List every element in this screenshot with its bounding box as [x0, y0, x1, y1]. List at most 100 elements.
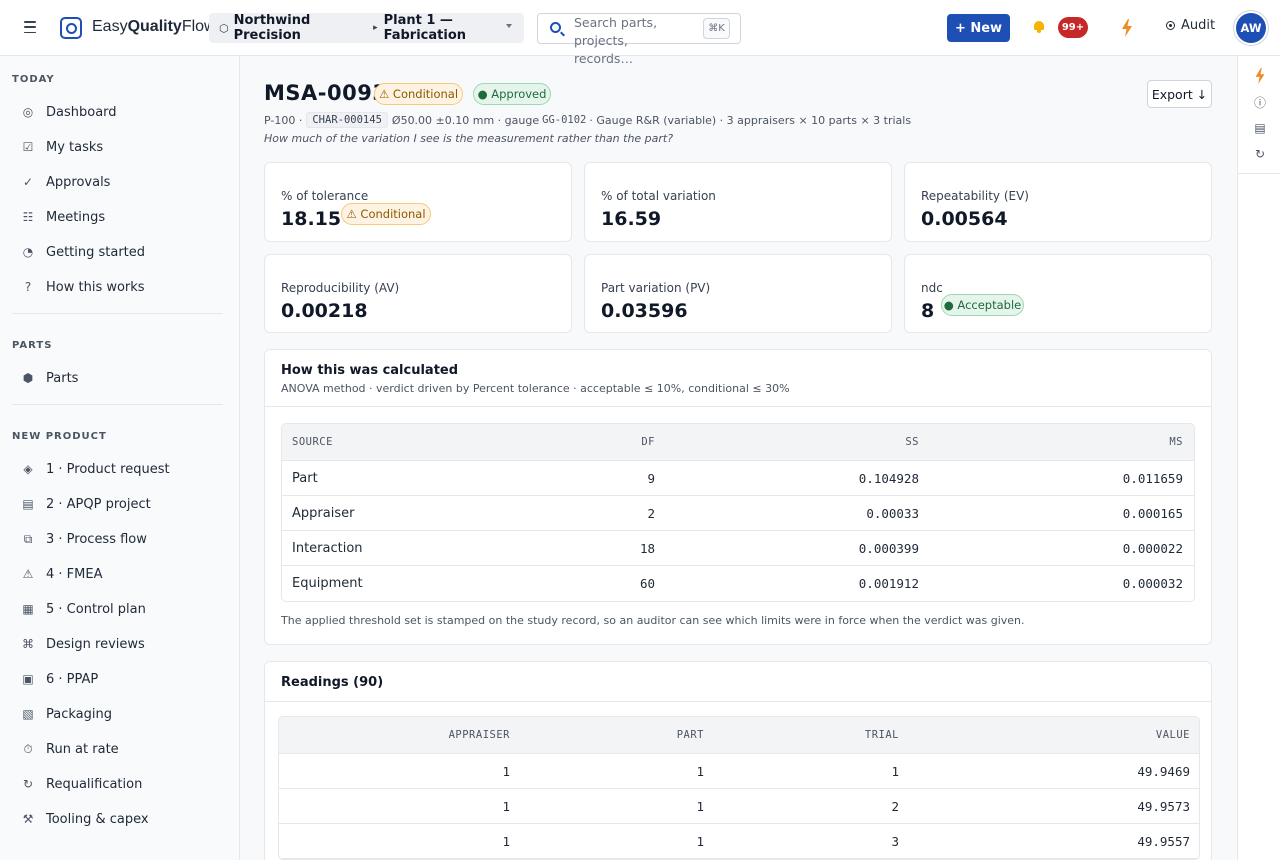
sidebar-item-approvals[interactable]: ✓ Approvals	[0, 167, 239, 197]
table-row: Equipment 60 0.001912 0.000032	[282, 566, 1194, 601]
sidebar-item-label: Meetings	[46, 209, 106, 225]
cell-df: 9	[647, 471, 655, 486]
notification-badge[interactable]: 99+	[1058, 17, 1088, 38]
study-question: How much of the variation I see is the m…	[264, 132, 674, 145]
verdict-badge: ● Acceptable	[941, 294, 1024, 316]
meta-study-design: · Gauge R&R (variable) · 3 appraisers × …	[589, 113, 912, 127]
sidebar-item-parts[interactable]: ⬢ Parts	[0, 363, 239, 393]
sidebar-item-2-apqp-project[interactable]: ▤ 2 · APQP project	[0, 489, 239, 519]
page-title: MSA-0093	[264, 81, 388, 105]
sidebar-item-packaging[interactable]: ▧ Packaging	[0, 699, 239, 729]
cell-ss: 0.000399	[858, 541, 919, 556]
metric-card: % of tolerance 18.15 ⚠ Conditional	[264, 162, 572, 242]
sidebar-item-3-process-flow[interactable]: ⧉ 3 · Process flow	[0, 524, 239, 554]
bell-icon[interactable]	[1033, 21, 1045, 33]
new-button[interactable]: + New	[947, 14, 1010, 42]
calculation-subtitle: ANOVA method · verdict driven by Percent…	[281, 382, 790, 395]
sidebar-item-requalification[interactable]: ↻ Requalification	[0, 769, 239, 799]
sidebar-item-label: Run at rate	[46, 741, 119, 757]
cell-ss: 0.00033	[866, 506, 919, 521]
metric-value: 0.03596	[601, 300, 688, 322]
metric-card: % of total variation 16.59	[584, 162, 892, 242]
divider	[265, 701, 1211, 702]
avatar[interactable]: AW	[1236, 13, 1266, 43]
info-icon[interactable]: ⓘ	[1252, 94, 1268, 110]
audit-toggle[interactable]: Audit	[1166, 18, 1215, 33]
audit-label: Audit	[1181, 18, 1216, 33]
sidebar-item-5-control-plan[interactable]: ▦ 5 · Control plan	[0, 594, 239, 624]
readings-panel: Readings (90) APPRAISER PART TRIAL VALUE…	[264, 661, 1212, 860]
sidebar-item-design-reviews[interactable]: ⌘ Design reviews	[0, 629, 239, 659]
sidebar-item-how-this-works[interactable]: ? How this works	[0, 272, 239, 302]
sidebar-item-dashboard[interactable]: ◎ Dashboard	[0, 97, 239, 127]
cell-appraiser: 1	[502, 834, 510, 849]
sidebar-item-getting-started[interactable]: ◔ Getting started	[0, 237, 239, 267]
gauge-code[interactable]: GG-0102	[542, 114, 586, 126]
column-header-source: SOURCE	[292, 436, 333, 448]
divider	[265, 406, 1211, 407]
search-shortcut: ⌘K	[703, 18, 730, 39]
app-logo[interactable]: EasyQualityFlow	[92, 18, 216, 36]
sidebar-item-meetings[interactable]: ☷ Meetings	[0, 202, 239, 232]
export-button[interactable]: Export ↓	[1147, 80, 1212, 108]
metric-card: Reproducibility (AV) 0.00218	[264, 254, 572, 333]
tasks-icon: ☑	[22, 140, 34, 154]
column-header-appraiser[interactable]: APPRAISER	[449, 729, 510, 741]
part-icon: ⬢	[22, 371, 34, 385]
table-row: 1 1 1 49.9469	[279, 754, 1199, 789]
verdict-badge: ⚠ Conditional	[341, 203, 431, 225]
sidebar-section-parts: PARTS	[12, 340, 53, 351]
metric-value: 16.59	[601, 208, 662, 230]
cell-appraiser: 1	[502, 764, 510, 779]
menu-icon[interactable]	[24, 20, 38, 34]
column-header-df: DF	[641, 436, 655, 448]
cell-part: 1	[696, 764, 704, 779]
sidebar-item-6-ppap[interactable]: ▣ 6 · PPAP	[0, 664, 239, 694]
company-name: Northwind Precision	[233, 13, 311, 43]
bolt-icon[interactable]	[1252, 68, 1268, 84]
sidebar-item-label: Dashboard	[46, 104, 117, 120]
meta-spec: Ø50.00 ±0.10 mm · gauge	[391, 113, 540, 127]
sidebar-item-run-at-rate[interactable]: ⏱ Run at rate	[0, 734, 239, 764]
bolt-icon[interactable]	[1121, 19, 1133, 37]
sidebar-item-label: Design reviews	[46, 636, 145, 652]
breadcrumb-separator-icon: ▸	[373, 23, 378, 33]
sidebar-item-1-product-request[interactable]: ◈ 1 · Product request	[0, 454, 239, 484]
status-badge-approved: ● Approved	[473, 83, 551, 105]
metric-label: % of tolerance	[281, 189, 369, 203]
cell-appraiser: 1	[502, 799, 510, 814]
cell-ms: 0.011659	[1122, 471, 1183, 486]
column-header-part[interactable]: PART	[677, 729, 704, 741]
search-placeholder: Search parts, projects, records…	[574, 15, 658, 66]
sidebar-item-tooling-capex[interactable]: ⚒ Tooling & capex	[0, 804, 239, 834]
list-icon[interactable]: ▤	[1252, 120, 1268, 136]
sidebar-divider	[12, 404, 223, 405]
search-input[interactable]: Search parts, projects, records… ⌘K	[537, 13, 741, 66]
calculation-panel: How this was calculated ANOVA method · v…	[264, 349, 1212, 645]
cell-ms: 0.000022	[1122, 541, 1183, 556]
sidebar-item-label: 1 · Product request	[46, 461, 170, 477]
sidebar-item-4-fmea[interactable]: ⚠ 4 · FMEA	[0, 559, 239, 589]
right-rail: ⓘ ▤ ↻	[1237, 56, 1280, 860]
status-badge-conditional: ⚠ Conditional	[374, 83, 463, 105]
sidebar-item-my-tasks[interactable]: ☑ My tasks	[0, 132, 239, 162]
cell-source: Part	[292, 471, 318, 486]
packaging-icon: ▧	[22, 707, 34, 721]
characteristic-code[interactable]: CHAR-000145	[306, 112, 388, 128]
calculation-title: How this was calculated	[281, 363, 459, 378]
search-icon	[550, 22, 561, 33]
sidebar: TODAY ◎ Dashboard ☑ My tasks ✓ Approvals ☷ Meet…	[0, 56, 240, 860]
column-header-trial[interactable]: TRIAL	[865, 729, 899, 741]
metric-card: Part variation (PV) 0.03596	[584, 254, 892, 333]
history-icon[interactable]: ↻	[1252, 146, 1268, 162]
column-header-value[interactable]: VALUE	[1156, 729, 1190, 741]
study-meta: P-100 · CHAR-000145 Ø50.00 ±0.10 mm · ga…	[264, 112, 911, 128]
plant-selector[interactable]: ⬡ Northwind Precision ▸ Plant 1 — Fabric…	[209, 13, 524, 43]
cell-ms: 0.000165	[1122, 506, 1183, 521]
cell-source: Interaction	[292, 541, 363, 556]
logo-icon	[60, 17, 82, 39]
meetings-icon: ☷	[22, 210, 34, 224]
metric-value: 0.00564	[921, 208, 1008, 230]
sidebar-item-label: 2 · APQP project	[46, 496, 151, 512]
cell-df: 2	[647, 506, 655, 521]
